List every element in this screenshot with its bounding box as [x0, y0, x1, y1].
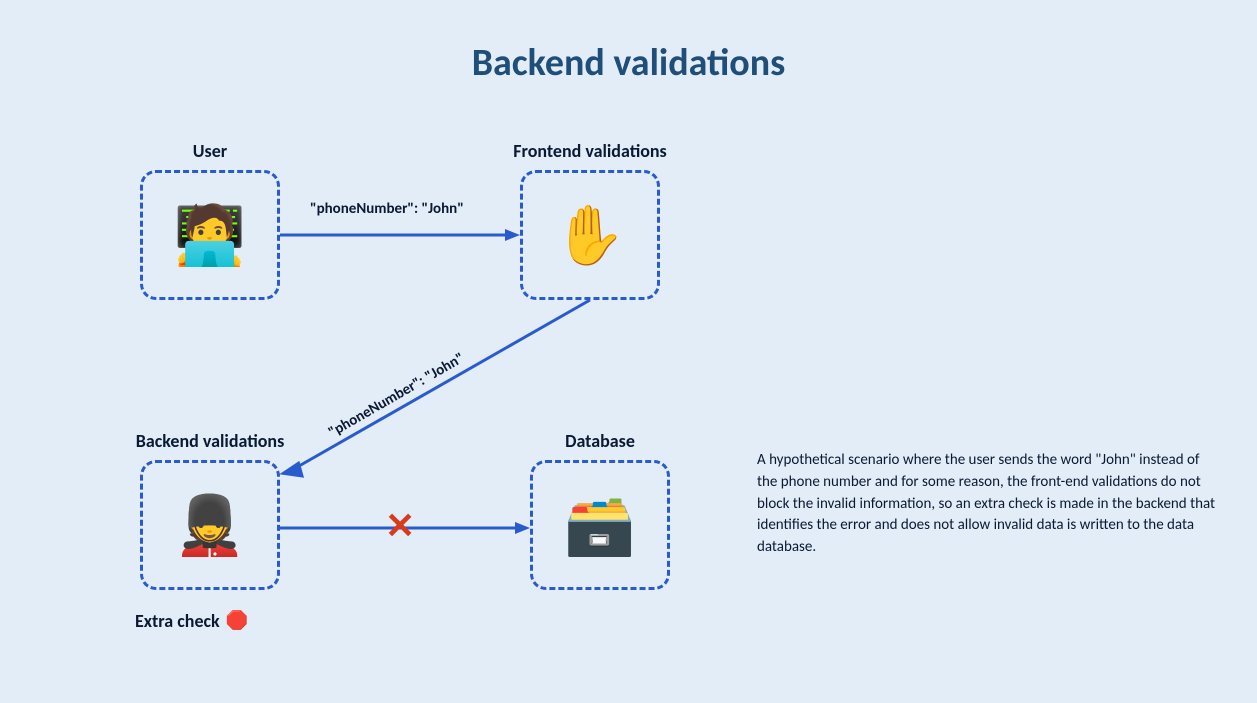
node-frontend-box: ✋	[520, 170, 660, 300]
node-frontend-label: Frontend validations	[480, 140, 700, 162]
diagram-description: A hypothetical scenario where the user s…	[757, 450, 1217, 559]
user-icon: 🧑‍💻	[174, 200, 246, 271]
guard-icon: 💂	[174, 490, 246, 561]
arrow-frontend-to-backend	[280, 300, 600, 480]
node-backend-box: 💂	[140, 460, 280, 590]
hand-icon: ✋	[554, 200, 626, 271]
stop-sign-icon: 🛑	[226, 611, 246, 631]
extra-check-text: Extra check	[135, 610, 220, 632]
blocked-x-icon: ✕	[385, 508, 415, 544]
arrow-user-to-frontend	[280, 225, 520, 245]
diagram-title: Backend validations	[0, 40, 1257, 86]
edge-label-user-frontend: "phoneNumber": "John"	[310, 200, 464, 218]
database-icon: 🗃️	[564, 490, 636, 561]
node-user-label: User	[130, 140, 290, 162]
extra-check-label: Extra check 🛑	[135, 610, 246, 632]
node-user-box: 🧑‍💻	[140, 170, 280, 300]
